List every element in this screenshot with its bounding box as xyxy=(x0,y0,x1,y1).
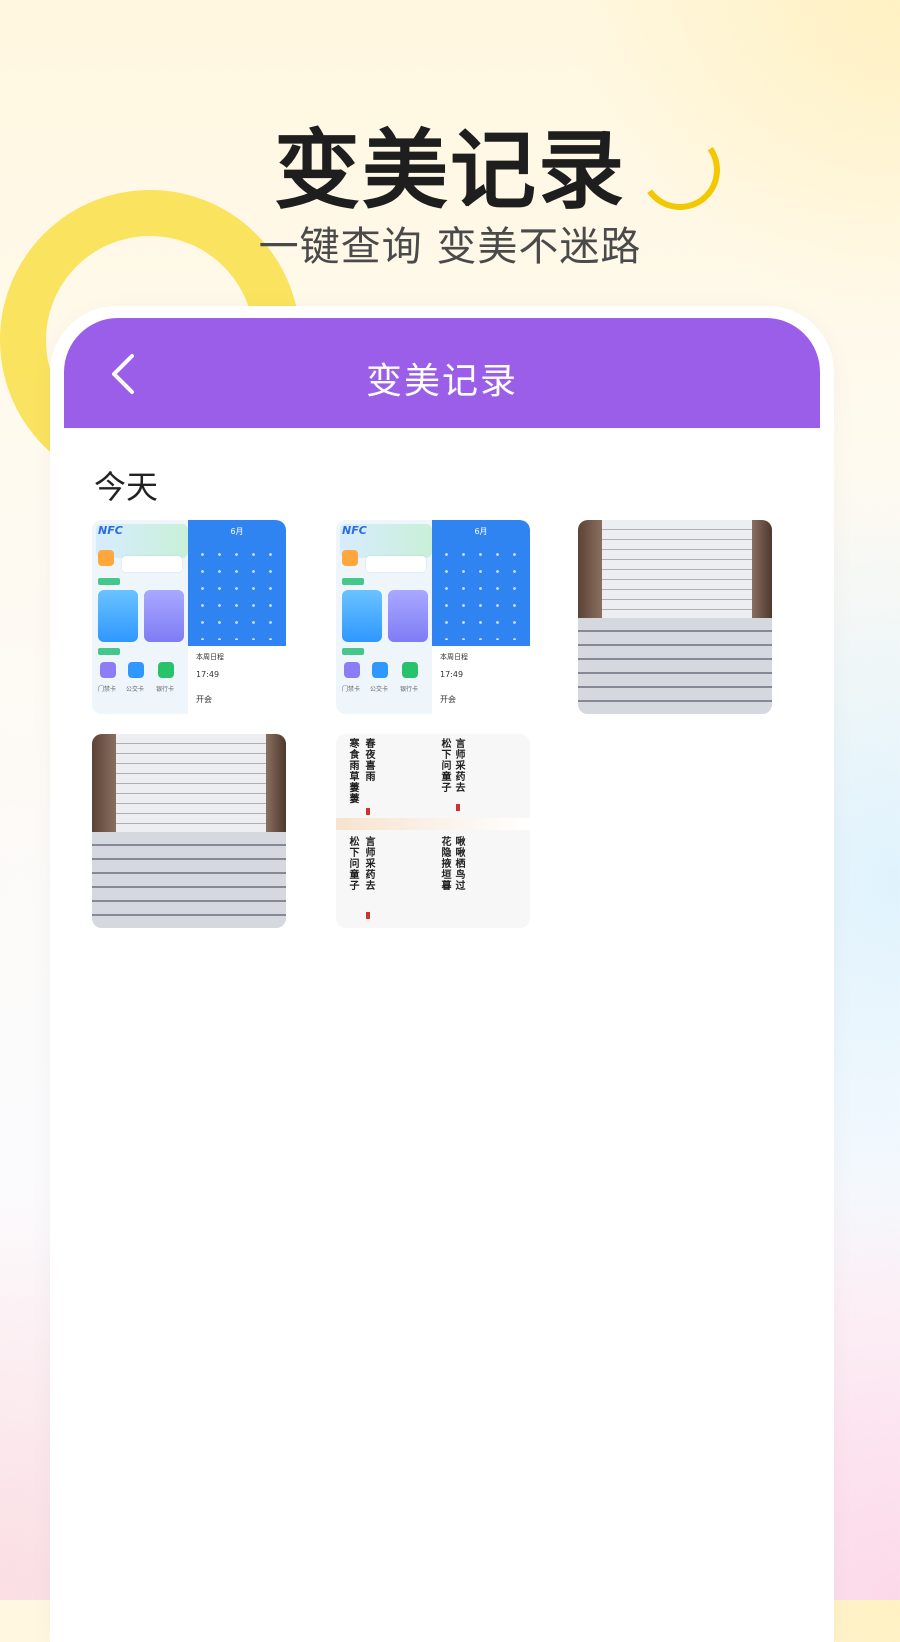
hero-subtitle: 一键查询 变美不迷路 xyxy=(258,224,642,270)
section-label-today: 今天 xyxy=(94,468,159,506)
shortcut-pill xyxy=(122,556,182,572)
tag xyxy=(342,578,364,585)
document-page xyxy=(116,734,266,844)
caption: 门禁卡 xyxy=(98,686,117,693)
schedule-note: 本周日程 17:49 开会 xyxy=(432,646,530,714)
calendar-panel: 6月 xyxy=(432,520,530,646)
note-title: 本周日程 xyxy=(440,653,468,661)
photo-edge xyxy=(266,734,286,844)
caption: 门禁卡 xyxy=(342,686,361,693)
document-text-block xyxy=(92,832,286,928)
shortcut-pill xyxy=(366,556,426,572)
calendar-grid xyxy=(438,546,524,640)
caption: 公交卡 xyxy=(370,686,389,693)
app-screenshot-left: NFC 门禁卡 公交卡 银行卡 xyxy=(336,520,436,714)
note-title: 本周日程 xyxy=(196,653,224,661)
note-event: 开会 xyxy=(196,695,212,704)
caption: 银行卡 xyxy=(400,686,419,693)
poem-column: 松下问童子 xyxy=(347,836,358,891)
note-event: 开会 xyxy=(440,695,456,704)
card-tile xyxy=(388,590,428,642)
card-tile xyxy=(98,590,138,642)
poem-column: 言师采药去 xyxy=(363,836,374,891)
tag xyxy=(98,578,120,585)
poem-column: 春夜喜雨 xyxy=(363,738,374,782)
calendar-grid xyxy=(194,546,280,640)
nfc-brand-text: NFC xyxy=(98,524,123,537)
poem-column: 寒食雨草萋萋 xyxy=(347,738,358,804)
hero-title: 变美记录 xyxy=(274,121,626,221)
record-thumbnail[interactable]: NFC 门禁卡 公交卡 银行卡 6月 本周日程 17:49 开会 xyxy=(336,520,530,714)
app-icon xyxy=(98,550,114,566)
bus-card-icon xyxy=(372,662,388,678)
divider-band xyxy=(336,818,530,830)
calendar-panel: 6月 xyxy=(188,520,286,646)
record-thumbnail[interactable]: 春夜喜雨 寒食雨草萋萋 言师采药去 松下问童子 言师采药去 松下问童子 啾啾栖鸟… xyxy=(336,734,530,928)
note-time: 17:49 xyxy=(196,670,220,679)
poem-column: 松下问童子 xyxy=(439,738,450,793)
tag xyxy=(98,648,120,655)
document-page xyxy=(602,520,752,630)
bank-card-icon xyxy=(402,662,418,678)
app-icon xyxy=(342,550,358,566)
door-card-icon xyxy=(100,662,116,678)
app-bar-title: 变美记录 xyxy=(365,361,518,402)
photo-edge xyxy=(92,734,116,844)
calendar-month: 6月 xyxy=(230,527,244,536)
caption: 银行卡 xyxy=(156,686,175,693)
caption: 公交卡 xyxy=(126,686,145,693)
bank-card-icon xyxy=(158,662,174,678)
record-thumbnail[interactable]: NFC 门禁卡 公交卡 银行卡 6月 本周日程 17:49 开会 xyxy=(92,520,286,714)
tag xyxy=(342,648,364,655)
app-screenshot-left: NFC 门禁卡 公交卡 银行卡 xyxy=(92,520,192,714)
poem-column: 啾啾栖鸟过 xyxy=(453,836,464,891)
schedule-note: 本周日程 17:49 开会 xyxy=(188,646,286,714)
red-seal xyxy=(366,808,370,815)
red-seal xyxy=(366,912,370,919)
red-seal xyxy=(456,804,460,811)
photo-edge xyxy=(752,520,772,630)
document-text-block xyxy=(578,618,772,714)
card-tile xyxy=(342,590,382,642)
record-thumbnail[interactable] xyxy=(92,734,286,928)
poem-column: 言师采药去 xyxy=(453,738,464,793)
poem-column: 花隐掖垣暮 xyxy=(439,836,450,891)
record-thumbnail[interactable] xyxy=(578,520,772,714)
door-card-icon xyxy=(344,662,360,678)
nfc-brand-text: NFC xyxy=(342,524,367,537)
photo-edge xyxy=(578,520,602,630)
note-time: 17:49 xyxy=(440,670,464,679)
bus-card-icon xyxy=(128,662,144,678)
card-tile xyxy=(144,590,184,642)
phone-frame: 变美记录 今天 NFC 门禁卡 公交卡 银行卡 6月 本周日程 17:49 开会… xyxy=(56,312,828,1642)
calendar-month: 6月 xyxy=(474,527,488,536)
app-bar: 变美记录 xyxy=(64,318,820,428)
